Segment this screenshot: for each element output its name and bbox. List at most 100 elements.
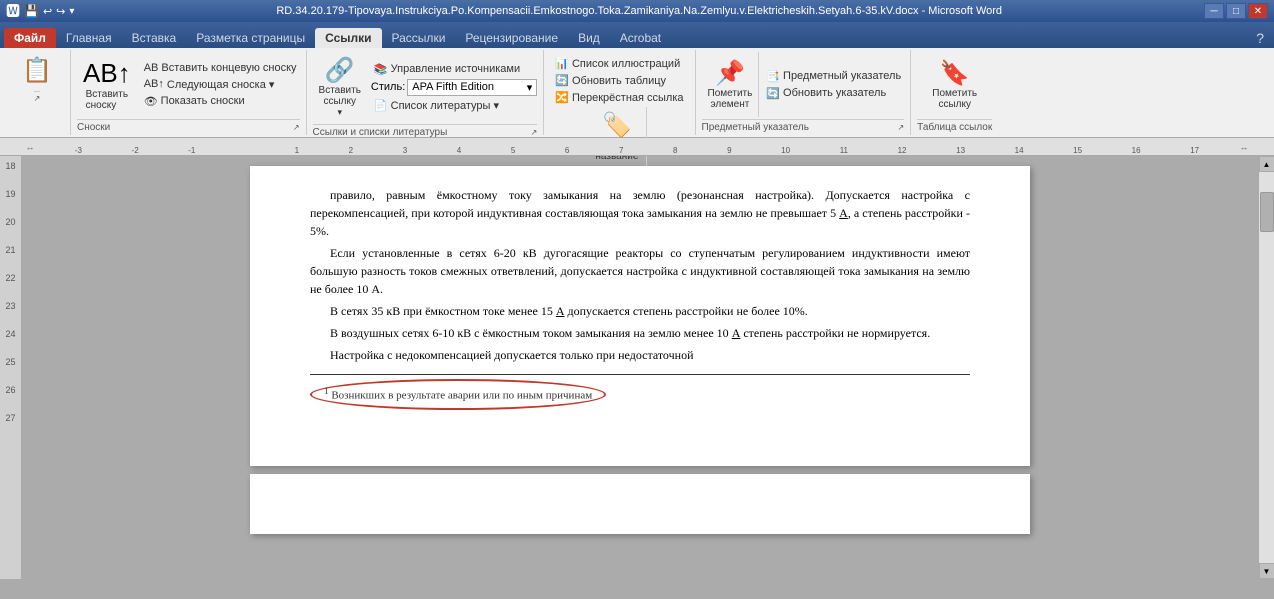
style-value: APA Fifth Edition [412, 81, 494, 93]
maximize-button[interactable]: □ [1226, 3, 1246, 19]
para-1: правило, равным ёмкостному току замыкани… [310, 186, 970, 240]
group-tabss: 🔖 Пометитьссылку Таблица ссылок [911, 50, 998, 135]
tab-review[interactable]: Рецензирование [455, 28, 568, 48]
group-snosk-label: Сноски ↗ [77, 119, 300, 133]
undo-icon[interactable]: ↩ [43, 5, 52, 18]
cross-ref-button[interactable]: 🔀 Перекрёстная ссылка [552, 90, 686, 105]
tab-view[interactable]: Вид [568, 28, 610, 48]
list-illustrations-button[interactable]: 📊 Список иллюстраций [552, 56, 686, 71]
mark-ssylku-button[interactable]: 🔖 Пометитьссылку [917, 52, 992, 117]
group-pred-label: Предметный указатель ↗ [702, 119, 905, 133]
next-snoska-icon: AB↑ [144, 78, 164, 90]
insert-name-icon: 🏷️ [602, 111, 632, 140]
insert-endnote-label: Вставить концевую сноску [161, 62, 296, 74]
insert-snoska-button[interactable]: AB↑ Вставитьсноску [77, 52, 137, 117]
update-ukaz-button[interactable]: 🔄 Обновить указатель [763, 86, 904, 101]
ruler-right-btn[interactable]: ↔ [1234, 142, 1254, 152]
ogl-expand-icon[interactable]: ↗ [34, 94, 41, 103]
scroll-down-button[interactable]: ▼ [1259, 563, 1274, 579]
footnote-sup: 1 [324, 386, 329, 396]
show-snosk-label: Показать сноски [161, 95, 245, 107]
next-snoska-label: Следующая сноска ▾ [167, 78, 275, 91]
ruler-left-btn[interactable]: ↔ [20, 142, 40, 152]
scroll-up-button[interactable]: ▲ [1259, 156, 1274, 172]
update-ukaz-label: Обновить указатель [783, 87, 886, 99]
footnote-area: 1 Возникших в результате аварии или по и… [310, 374, 970, 410]
bibliography-button[interactable]: 📄 Список литературы ▾ [371, 98, 537, 113]
close-button[interactable]: ✕ [1248, 3, 1268, 19]
scroll-thumb[interactable] [1260, 192, 1274, 232]
title-bar-controls: ─ □ ✕ [1204, 3, 1268, 19]
endnote-icon: AB [144, 62, 159, 74]
para-2: Если установленные в сетях 6-20 кВ дугог… [310, 244, 970, 298]
pred-expand-icon[interactable]: ↗ [897, 123, 904, 132]
list-ill-label: Список иллюстраций [572, 58, 680, 70]
para-4: В воздушных сетях 6-10 кВ с ёмкостным то… [310, 324, 970, 342]
insert-ssylku-button[interactable]: 🔗 Вставитьссылку ▾ [313, 52, 367, 122]
para-3: В сетях 35 кВ при ёмкостном токе менее 1… [310, 302, 970, 320]
snosk-expand-icon[interactable]: ↗ [293, 123, 300, 132]
group-ssl: 🔗 Вставитьссылку ▾ 📚 Управление источник… [307, 50, 545, 135]
insert-ssylku-label: Вставитьссылку [319, 85, 361, 107]
group-pred: 📌 Пометитьэлемент 📑 Предметный указатель… [696, 50, 912, 135]
underline-10a: А [732, 326, 741, 340]
para-5: Настройка с недокомпенсацией допускается… [310, 346, 970, 364]
ribbon-tabs: Файл Главная Вставка Разметка страницы С… [0, 22, 1274, 48]
ssl-expand-icon[interactable]: ↗ [531, 128, 538, 137]
doc-content: правило, равным ёмкостному току замыкани… [310, 186, 970, 364]
tab-insert[interactable]: Вставка [122, 28, 187, 48]
title-bar: 🆆 💾 ↩ ↪ ▾ RD.34.20.179-Tipovaya.Instrukc… [0, 0, 1274, 22]
doc-scroll[interactable]: правило, равным ёмкостному току замыкани… [22, 156, 1258, 579]
scroll-track[interactable] [1259, 172, 1274, 563]
bibliography-label: Список литературы ▾ [391, 99, 499, 112]
show-snosk-button[interactable]: 👁 Показать сноски [141, 94, 300, 109]
help-button[interactable]: ? [1250, 28, 1270, 48]
insert-endnote-button[interactable]: AB Вставить концевую сноску [141, 61, 300, 75]
style-arrow-icon: ▾ [527, 81, 533, 94]
next-snoska-button[interactable]: AB↑ Следующая сноска ▾ [141, 77, 300, 92]
style-label: Стиль: [371, 81, 405, 93]
show-snosk-icon: 👁 [144, 95, 158, 108]
quick-save-icon[interactable]: 💾 [24, 4, 39, 18]
ribbon-content: 📋 ↗ AB↑ Вставитьсноску AB Вставить конце… [0, 48, 1274, 138]
mark-elem-button[interactable]: 📌 Пометитьэлемент [702, 52, 760, 117]
tab-file[interactable]: Файл [4, 28, 56, 48]
snoska-icon: AB↑ [83, 58, 131, 89]
document-page-1: правило, равным ёмкостному току замыкани… [250, 166, 1030, 466]
minimize-button[interactable]: ─ [1204, 3, 1224, 19]
manage-sources-label: Управление источниками [391, 63, 520, 75]
manage-sources-button[interactable]: 📚 Управление источниками [371, 62, 537, 77]
pred-ukaz-icon: 📑 [766, 70, 780, 83]
bibliography-icon: 📄 [374, 99, 388, 112]
document-page-2 [250, 474, 1030, 534]
mark-ssylku-icon: 🔖 [940, 59, 970, 88]
group-nazv: 📊 Список иллюстраций 🔄 Обновить таблицу … [544, 50, 695, 135]
insert-ssylku-arrow: ▾ [337, 107, 342, 118]
document-area: 18192021222324252627 правило, равным ёмк… [0, 156, 1274, 579]
ogl-button[interactable]: 📋 [12, 54, 62, 89]
cross-ref-icon: 🔀 [555, 91, 569, 104]
style-select[interactable]: APA Fifth Edition ▾ [407, 79, 537, 96]
title-bar-title: RD.34.20.179-Tipovaya.Instrukciya.Po.Kom… [189, 5, 1089, 17]
group-ogl: 📋 ↗ [4, 50, 71, 135]
tab-home[interactable]: Главная [56, 28, 122, 48]
pred-ukaz-button[interactable]: 📑 Предметный указатель [763, 69, 904, 84]
update-ukaz-icon: 🔄 [766, 87, 780, 100]
group-ssl-label: Ссылки и списки литературы ↗ [313, 124, 538, 138]
group-tabss-label: Таблица ссылок [917, 119, 992, 133]
style-dropdown[interactable]: Стиль: APA Fifth Edition ▾ [371, 79, 537, 96]
underline-15a: А [556, 304, 565, 318]
tab-layout[interactable]: Разметка страницы [186, 28, 315, 48]
tab-acrobat[interactable]: Acrobat [610, 28, 671, 48]
tab-mailings[interactable]: Рассылки [382, 28, 456, 48]
update-table-icon: 🔄 [555, 74, 569, 87]
tab-references[interactable]: Ссылки [315, 28, 381, 48]
mark-elem-icon: 📌 [715, 59, 745, 88]
right-scrollbar[interactable]: ▲ ▼ [1258, 156, 1274, 579]
insert-snoska-label: Вставитьсноску [86, 89, 128, 111]
ruler: ↔ -3-2-11234567891011121314151617 ↔ [0, 138, 1274, 156]
underline-5a: А [839, 206, 848, 220]
customize-icon[interactable]: ▾ [69, 6, 74, 17]
redo-icon[interactable]: ↪ [56, 5, 65, 18]
update-table-button[interactable]: 🔄 Обновить таблицу [552, 73, 686, 88]
